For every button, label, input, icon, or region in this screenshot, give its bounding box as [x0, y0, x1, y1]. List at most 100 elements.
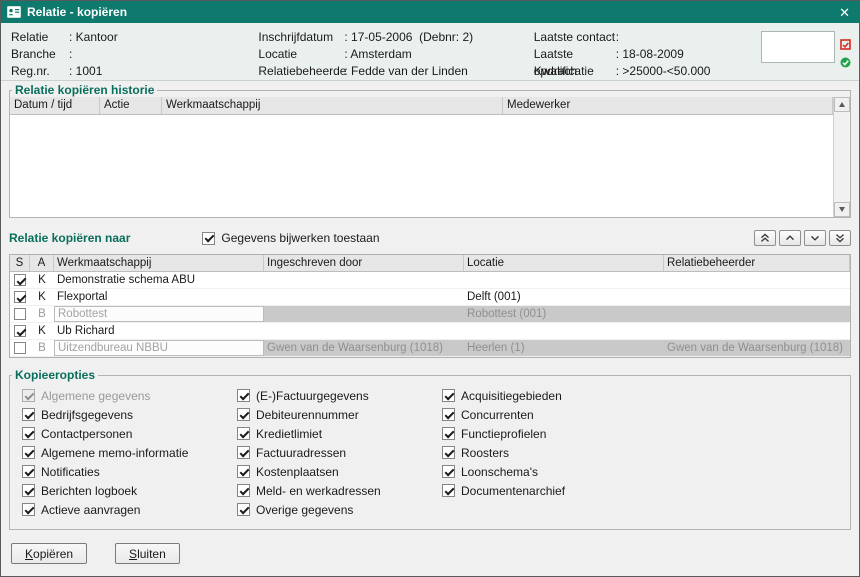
- option-overige-gegevens[interactable]: Overige gegevens: [237, 500, 442, 519]
- option-checkbox[interactable]: [237, 408, 250, 421]
- option-checkbox[interactable]: [22, 427, 35, 440]
- header-column-middle: Inschrijfdatum: 17-05-2006 (Debnr: 2) Lo…: [258, 29, 533, 80]
- option-meld-en-werkadressen[interactable]: Meld- en werkadressen: [237, 481, 442, 500]
- field-label: Relatiebeheerde: [258, 63, 344, 80]
- sluiten-button[interactable]: Sluiten: [115, 543, 180, 564]
- cell-locatie: Heerlen (1): [464, 340, 664, 356]
- move-bottom-button[interactable]: [829, 230, 851, 246]
- row-move-buttons: [754, 230, 851, 246]
- option-checkbox[interactable]: [237, 465, 250, 478]
- row-select-checkbox[interactable]: [14, 342, 26, 354]
- option-checkbox[interactable]: [237, 484, 250, 497]
- option-checkbox[interactable]: [237, 427, 250, 440]
- options-column-2: (E-)Factuurgegevens Debiteurennummer Kre…: [237, 386, 442, 519]
- cell-ingeschreven-door: [264, 323, 464, 339]
- option-checkbox[interactable]: [22, 503, 35, 516]
- status-green-check-icon: [840, 57, 851, 71]
- window-title: Relatie - kopiëren: [27, 5, 836, 19]
- sluiten-button-label: Sluiten: [129, 547, 166, 561]
- option-checkbox[interactable]: [237, 503, 250, 516]
- option-bedrijfsgegevens[interactable]: Bedrijfsgegevens: [22, 405, 237, 424]
- table-row[interactable]: K Demonstratie schema ABU: [10, 272, 850, 289]
- option-functieprofielen[interactable]: Functieprofielen: [442, 424, 850, 443]
- option-checkbox[interactable]: [442, 484, 455, 497]
- option-algemene-memo-informatie[interactable]: Algemene memo-informatie: [22, 443, 237, 462]
- option-label: Berichten logboek: [41, 484, 137, 498]
- option-label: Debiteurennummer: [256, 408, 359, 422]
- option-acquisitiegebieden[interactable]: Acquisitiegebieden: [442, 386, 850, 405]
- header-column-right: Laatste contact: Laatste opdrach: 18-08-…: [534, 29, 761, 80]
- cell-locatie: [464, 323, 664, 339]
- option-checkbox[interactable]: [442, 389, 455, 402]
- option-checkbox[interactable]: [442, 465, 455, 478]
- relation-card-icon: [7, 6, 21, 18]
- row-select-checkbox[interactable]: [14, 325, 26, 337]
- option-berichten-logboek[interactable]: Berichten logboek: [22, 481, 237, 500]
- field-label: Kwalificatie: [534, 63, 616, 80]
- option-e-factuurgegevens[interactable]: (E-)Factuurgegevens: [237, 386, 442, 405]
- option-kostenplaatsen[interactable]: Kostenplaatsen: [237, 462, 442, 481]
- copy-to-table: S A Werkmaatschappij Ingeschreven door L…: [9, 254, 851, 358]
- option-factuuradressen[interactable]: Factuuradressen: [237, 443, 442, 462]
- move-up-button[interactable]: [779, 230, 801, 246]
- field-label: Laatste contact: [534, 29, 616, 46]
- history-scrollbar[interactable]: [833, 97, 850, 217]
- move-top-button[interactable]: [754, 230, 776, 246]
- option-checkbox[interactable]: [22, 389, 35, 402]
- field-value: : Fedde van der Linden: [344, 63, 467, 80]
- option-checkbox[interactable]: [22, 446, 35, 459]
- table-row[interactable]: K Ub Richard: [10, 323, 850, 340]
- titlebar[interactable]: Relatie - kopiëren ✕: [1, 1, 859, 23]
- copy-to-title: Relatie kopiëren naar: [9, 231, 130, 245]
- option-roosters[interactable]: Roosters: [442, 443, 850, 462]
- field-label: Reg.nr.: [11, 63, 69, 80]
- option-loonschemas[interactable]: Loonschema's: [442, 462, 850, 481]
- option-checkbox[interactable]: [237, 389, 250, 402]
- row-select-checkbox[interactable]: [14, 291, 26, 303]
- column-header: Relatiebeheerder: [664, 255, 850, 271]
- option-checkbox[interactable]: [22, 465, 35, 478]
- scrollbar-track[interactable]: [834, 112, 850, 202]
- kopieren-button[interactable]: Kopiëren: [11, 543, 87, 564]
- table-row[interactable]: K Flexportal Delft (001): [10, 289, 850, 306]
- option-actieve-aanvragen[interactable]: Actieve aanvragen: [22, 500, 237, 519]
- option-label: Functieprofielen: [461, 427, 546, 441]
- option-label: Notificaties: [41, 465, 100, 479]
- option-label: Factuuradressen: [256, 446, 346, 460]
- row-type-letter: B: [30, 306, 54, 322]
- option-label: Algemene gegevens: [41, 389, 150, 403]
- scroll-up-icon[interactable]: [834, 97, 850, 112]
- move-down-button[interactable]: [804, 230, 826, 246]
- option-kredietlimiet[interactable]: Kredietlimiet: [237, 424, 442, 443]
- scroll-down-icon[interactable]: [834, 202, 850, 217]
- history-table-body[interactable]: [10, 115, 833, 217]
- status-icons: [840, 39, 851, 80]
- option-checkbox[interactable]: [442, 427, 455, 440]
- option-checkbox[interactable]: [442, 446, 455, 459]
- update-data-checkbox[interactable]: Gegevens bijwerken toestaan: [202, 231, 379, 245]
- option-contactpersonen[interactable]: Contactpersonen: [22, 424, 237, 443]
- option-notificaties[interactable]: Notificaties: [22, 462, 237, 481]
- cell-ingeschreven-door: [264, 306, 464, 322]
- option-checkbox[interactable]: [22, 408, 35, 421]
- cell-relatiebeheerder: [664, 272, 850, 288]
- option-label: Meld- en werkadressen: [256, 484, 381, 498]
- option-checkbox[interactable]: [22, 484, 35, 497]
- close-icon[interactable]: ✕: [836, 6, 853, 19]
- row-select-checkbox[interactable]: [14, 308, 26, 320]
- field-label: Locatie: [258, 46, 344, 63]
- table-row[interactable]: B Uitzendbureau NBBU Gwen van de Waarsen…: [10, 340, 850, 357]
- kopieren-button-label: Kopiëren: [25, 547, 73, 561]
- option-debiteurennummer[interactable]: Debiteurennummer: [237, 405, 442, 424]
- row-select-checkbox[interactable]: [14, 274, 26, 286]
- option-documentenarchief[interactable]: Documentenarchief: [442, 481, 850, 500]
- row-type-letter: K: [30, 289, 54, 305]
- update-data-checkbox-input[interactable]: [202, 232, 215, 245]
- option-checkbox[interactable]: [442, 408, 455, 421]
- option-checkbox[interactable]: [237, 446, 250, 459]
- option-algemene-gegevens[interactable]: Algemene gegevens: [22, 386, 237, 405]
- field-value: : 18-08-2009: [616, 46, 684, 63]
- cell-locatie: Delft (001): [464, 289, 664, 305]
- option-concurrenten[interactable]: Concurrenten: [442, 405, 850, 424]
- table-row[interactable]: B Robottest Robottest (001): [10, 306, 850, 323]
